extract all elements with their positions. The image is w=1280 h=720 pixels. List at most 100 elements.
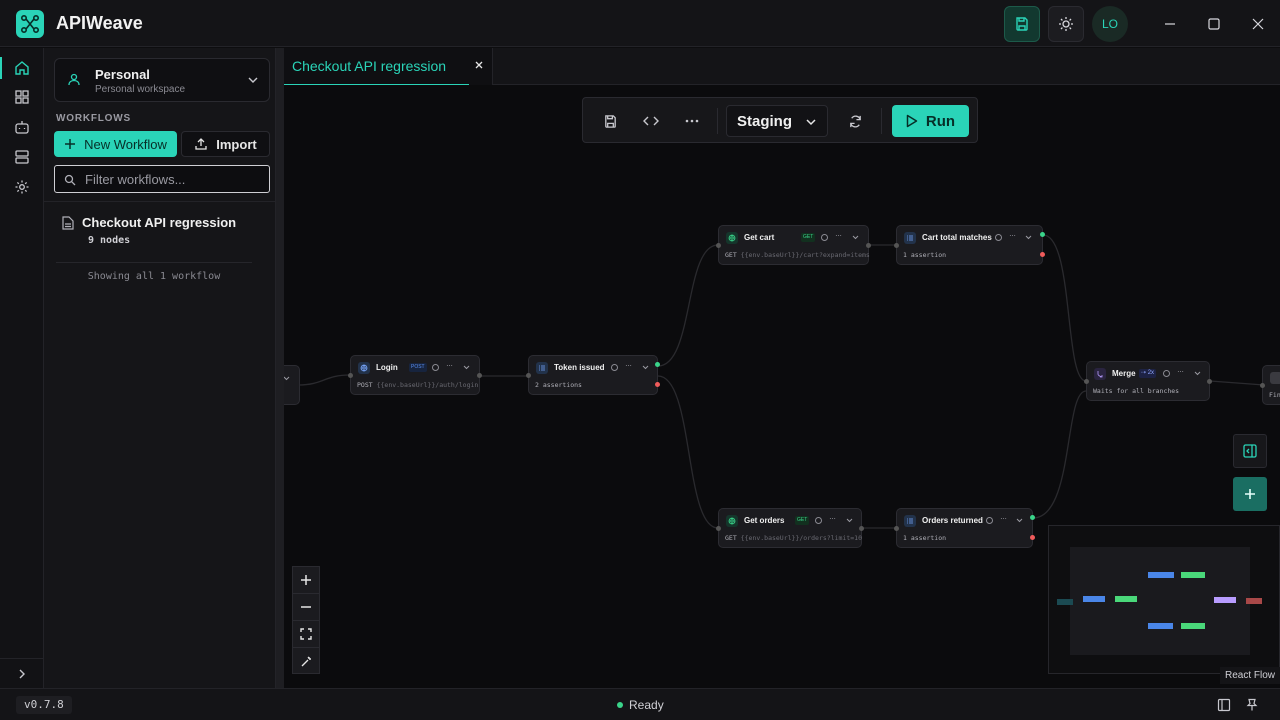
node-subtitle: POST {{env.baseUrl}}/auth/login: [357, 381, 479, 389]
theme-toggle-button[interactable]: [1048, 6, 1084, 42]
zoom-in-button[interactable]: [293, 567, 319, 594]
chevron-down-icon[interactable]: [463, 364, 470, 371]
more-horizontal-icon: [685, 119, 699, 123]
chevron-down-icon[interactable]: [1025, 234, 1032, 241]
chevron-down-icon[interactable]: [642, 364, 649, 371]
pass-handle[interactable]: [1030, 515, 1035, 520]
toggle-panel-button[interactable]: [1233, 434, 1267, 468]
chevron-down-icon[interactable]: [852, 234, 859, 241]
input-handle[interactable]: [716, 243, 721, 248]
filter-workflows-input[interactable]: [85, 170, 265, 188]
node-merge[interactable]: Merge ⇢ 2x ··· Waits for all branches: [1084, 361, 1212, 401]
import-button[interactable]: Import: [181, 131, 270, 157]
maximize-button[interactable]: [1202, 12, 1226, 36]
node-final[interactable]: Fin: [1260, 365, 1280, 405]
globe-icon: [726, 515, 738, 527]
run-button[interactable]: Run: [892, 105, 969, 137]
node-cart-total-matches[interactable]: Cart total matches ··· 1 assertion: [894, 225, 1045, 265]
refresh-button[interactable]: [841, 107, 869, 135]
node-login[interactable]: Login POST ··· POST {{env.baseUrl}}/auth…: [348, 355, 482, 395]
close-tab-icon[interactable]: [474, 60, 484, 70]
environments-nav[interactable]: [6, 142, 38, 172]
collections-nav[interactable]: [6, 82, 38, 112]
agent-nav[interactable]: [6, 112, 38, 142]
chevron-down-icon: [284, 376, 290, 381]
pin-icon[interactable]: [1245, 698, 1259, 712]
save-icon: [604, 114, 616, 128]
more-icon[interactable]: ···: [1000, 514, 1007, 523]
add-node-button[interactable]: [1233, 477, 1267, 511]
output-handle[interactable]: [859, 526, 864, 531]
code-view-button[interactable]: [637, 107, 665, 135]
save-button[interactable]: [1004, 6, 1040, 42]
fail-handle[interactable]: [655, 382, 660, 387]
node-subtitle: Waits for all branches: [1093, 387, 1180, 395]
status-circle-icon: [986, 517, 993, 524]
workflow-count: Showing all 1 workflow: [87, 271, 221, 282]
fail-handle[interactable]: [1030, 535, 1035, 540]
workflow-list-item[interactable]: Checkout API regression 9 nodes: [54, 210, 270, 252]
output-handle[interactable]: [866, 243, 871, 248]
sidebar-resize-handle[interactable]: [276, 48, 284, 688]
minimap[interactable]: [1048, 525, 1280, 674]
more-options-button[interactable]: [678, 107, 706, 135]
minimap-node: [1083, 596, 1105, 602]
edge-carttotal-merge: [1042, 234, 1087, 382]
user-avatar[interactable]: LO: [1092, 6, 1128, 42]
fit-view-icon: [300, 628, 312, 640]
output-handle[interactable]: [477, 373, 482, 378]
file-icon: [62, 216, 74, 230]
auto-layout-button[interactable]: [293, 648, 319, 675]
more-icon[interactable]: ···: [1177, 367, 1184, 376]
tab-checkout-api-regression[interactable]: Checkout API regression: [284, 48, 493, 86]
node-get-cart[interactable]: Get cart GET ··· GET {{env.baseUrl}}/car…: [716, 225, 871, 265]
input-handle[interactable]: [894, 526, 899, 531]
new-workflow-button[interactable]: New Workflow: [54, 131, 177, 157]
minimap-node: [1148, 623, 1173, 629]
workflow-node-count: 9 nodes: [88, 235, 131, 246]
output-handle[interactable]: [1207, 379, 1212, 384]
input-handle[interactable]: [526, 373, 531, 378]
node-title: Orders returned: [922, 516, 983, 525]
save-icon: [1016, 17, 1028, 31]
maximize-icon: [1208, 18, 1220, 30]
fail-handle[interactable]: [1040, 252, 1045, 257]
save-workflow-button[interactable]: [596, 107, 624, 135]
more-icon[interactable]: ···: [829, 514, 836, 523]
node-get-orders[interactable]: Get orders GET ··· GET {{env.baseUrl}}/o…: [716, 508, 864, 548]
node-title: Login: [376, 363, 398, 372]
pass-handle[interactable]: [1040, 232, 1045, 237]
environment-select[interactable]: Staging: [726, 105, 828, 137]
input-handle[interactable]: [1084, 379, 1089, 384]
chevron-down-icon[interactable]: [846, 517, 853, 524]
fit-view-button[interactable]: [293, 621, 319, 648]
expand-sidebar-button[interactable]: [0, 658, 44, 688]
settings-nav[interactable]: [6, 172, 38, 202]
more-icon[interactable]: ···: [835, 231, 842, 240]
more-icon[interactable]: ···: [446, 361, 453, 370]
minimize-button[interactable]: [1158, 12, 1182, 36]
chevron-down-icon[interactable]: [1194, 370, 1201, 377]
node-orders-returned[interactable]: Orders returned ··· 1 assertion: [894, 508, 1035, 548]
layout-icon[interactable]: [1217, 698, 1231, 712]
react-flow-attribution[interactable]: React Flow: [1220, 667, 1280, 684]
close-window-button[interactable]: [1246, 12, 1270, 36]
more-icon[interactable]: ···: [1009, 231, 1016, 240]
pass-handle[interactable]: [655, 362, 660, 367]
chevron-down-icon[interactable]: [1016, 517, 1023, 524]
input-handle[interactable]: [1260, 383, 1265, 388]
chevron-down-icon: [248, 77, 258, 83]
close-icon: [1252, 18, 1264, 30]
input-handle[interactable]: [894, 243, 899, 248]
workflow-canvas[interactable]: Staging Run Login POST ··· POST {{env.ba…: [284, 85, 1280, 688]
home-nav[interactable]: [0, 53, 38, 83]
start-node[interactable]: [284, 365, 300, 405]
more-icon[interactable]: ···: [625, 361, 632, 370]
input-handle[interactable]: [716, 526, 721, 531]
zoom-out-button[interactable]: [293, 594, 319, 621]
run-label: Run: [925, 112, 956, 130]
input-handle[interactable]: [348, 373, 353, 378]
workspace-switcher[interactable]: Personal Personal workspace: [54, 58, 270, 102]
node-token-issued[interactable]: Token issued ··· 2 assertions: [526, 355, 660, 395]
minimize-icon: [1165, 23, 1175, 25]
